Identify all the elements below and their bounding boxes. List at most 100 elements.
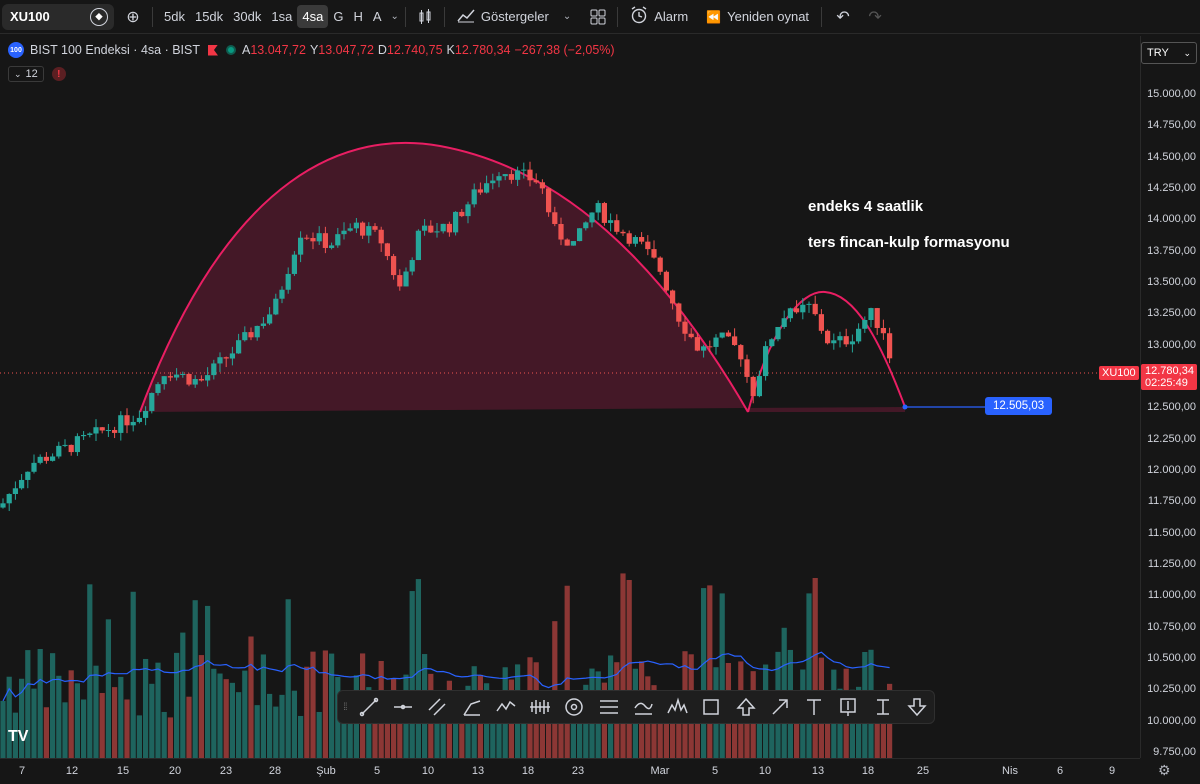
candle-body bbox=[415, 230, 421, 261]
tradingview-logo-icon[interactable]: TV bbox=[8, 728, 28, 746]
candle-body bbox=[112, 430, 118, 433]
head-shoulders-icon[interactable] bbox=[660, 692, 694, 722]
candle-body bbox=[738, 345, 744, 360]
symbol-search[interactable]: XU100 ◆ bbox=[2, 3, 114, 30]
candle-body bbox=[291, 254, 297, 274]
time-tick: 28 bbox=[268, 765, 282, 777]
candle-body bbox=[508, 174, 514, 180]
brush-icon[interactable] bbox=[626, 692, 660, 722]
timeframe-a[interactable]: A bbox=[368, 5, 387, 28]
time-tick: 7 bbox=[18, 765, 26, 777]
volume-bar bbox=[167, 717, 173, 758]
candle-body bbox=[676, 303, 682, 322]
timeframe-4sa[interactable]: 4sa bbox=[297, 5, 329, 28]
candle-body bbox=[229, 353, 235, 359]
horizontal-line-icon[interactable] bbox=[386, 692, 420, 722]
candle-body bbox=[837, 336, 843, 341]
candle-body bbox=[521, 169, 527, 171]
fib-icon[interactable] bbox=[592, 692, 626, 722]
add-symbol-icon[interactable]: ⊕ bbox=[120, 4, 146, 30]
gann-circle-icon[interactable] bbox=[557, 692, 591, 722]
pitchfork-icon[interactable] bbox=[455, 692, 489, 722]
timeframe-15dk[interactable]: 15dk bbox=[190, 5, 228, 28]
candle-body bbox=[564, 239, 570, 246]
timeframe-5dk[interactable]: 5dk bbox=[159, 5, 190, 28]
volume-bar bbox=[229, 682, 235, 758]
price-axis[interactable]: 15.000,00 14.750,00 14.500,00 14.250,00 14.0… bbox=[1140, 36, 1200, 758]
candle-style-icon[interactable] bbox=[412, 4, 438, 30]
legend-title[interactable]: BIST 100 Endeksi · 4sa · BIST bbox=[30, 43, 200, 57]
drag-handle-icon[interactable]: ⁞⁞ bbox=[338, 702, 352, 713]
ruler-icon[interactable] bbox=[523, 692, 557, 722]
timeframe-1sa[interactable]: 1sa bbox=[266, 5, 297, 28]
volume-bar bbox=[149, 683, 155, 758]
candle-body bbox=[329, 245, 335, 248]
volume-bar bbox=[130, 591, 136, 758]
price-tick: 11.250,00 bbox=[1147, 557, 1196, 570]
anchored-text-icon[interactable] bbox=[865, 692, 899, 722]
diamond-icon[interactable]: ◆ bbox=[90, 7, 108, 26]
candle-body bbox=[81, 434, 87, 437]
price-chart[interactable] bbox=[0, 0, 1140, 758]
candle-body bbox=[186, 373, 192, 385]
replay-button[interactable]: ⏪ Yeniden oynat bbox=[700, 9, 815, 24]
candle-body bbox=[874, 308, 880, 328]
candle-body bbox=[701, 346, 707, 351]
arrow-icon[interactable] bbox=[763, 692, 797, 722]
time-tick: 20 bbox=[168, 765, 182, 777]
volume-bar bbox=[806, 593, 812, 758]
error-icon[interactable]: ! bbox=[51, 67, 66, 81]
legend-controls: ⌄ 12 ! bbox=[8, 66, 66, 82]
currency-selector[interactable]: TRY ⌄ bbox=[1141, 42, 1197, 64]
indicators-button[interactable]: Göstergeler bbox=[451, 7, 555, 26]
zigzag-pattern-icon[interactable] bbox=[489, 692, 523, 722]
indicator-count: 12 bbox=[25, 68, 38, 80]
candle-body bbox=[849, 341, 855, 345]
candle-body bbox=[403, 271, 409, 287]
timeframe-g[interactable]: G bbox=[328, 5, 348, 28]
text-icon[interactable] bbox=[797, 692, 831, 722]
candle-body bbox=[496, 176, 502, 181]
candle-body bbox=[19, 479, 25, 489]
arrow-down-icon[interactable] bbox=[900, 692, 934, 722]
rectangle-icon[interactable] bbox=[694, 692, 728, 722]
candle-body bbox=[515, 170, 521, 180]
collapse-indicators-button[interactable]: ⌄ 12 bbox=[8, 66, 44, 82]
volume-bar bbox=[291, 690, 297, 758]
volume-bar bbox=[564, 585, 570, 758]
candle-body bbox=[539, 182, 545, 189]
candle-body bbox=[298, 237, 304, 255]
indicators-chevron-down-icon[interactable]: ⌄ bbox=[563, 11, 571, 22]
volume-bar bbox=[192, 600, 198, 758]
settings-gear-icon[interactable]: ⚙ bbox=[1158, 762, 1171, 779]
annotation-line-2[interactable]: ters fincan-kulp formasyonu bbox=[808, 234, 1010, 251]
undo-icon[interactable]: ↶ bbox=[830, 4, 856, 30]
annotation-line-1[interactable]: endeks 4 saatlik bbox=[808, 198, 923, 215]
candle-body bbox=[273, 298, 279, 315]
redo-icon[interactable]: ↷ bbox=[862, 4, 888, 30]
arrow-up-icon[interactable] bbox=[728, 692, 762, 722]
time-axis[interactable]: 7 12 15 20 23 28 Şub 5 10 13 18 23 Mar 5 10 13 18 25 Nis 6 9 bbox=[0, 758, 1140, 784]
candle-body bbox=[341, 230, 347, 235]
volume-bar bbox=[112, 687, 118, 758]
candle-body bbox=[626, 233, 632, 244]
flag-icon[interactable] bbox=[207, 44, 218, 56]
candle-body bbox=[471, 189, 477, 205]
volume-bar bbox=[242, 670, 248, 758]
candle-body bbox=[862, 319, 868, 329]
parallel-channel-icon[interactable] bbox=[420, 692, 454, 722]
layout-grid-icon[interactable] bbox=[585, 4, 611, 30]
price-tick: 12.500,00 bbox=[1147, 401, 1196, 414]
timeframe-h[interactable]: H bbox=[348, 5, 367, 28]
alert-button[interactable]: Alarm bbox=[624, 6, 694, 27]
trend-line-icon[interactable] bbox=[352, 692, 386, 722]
timeframe-chevron-down-icon[interactable]: ⌄ bbox=[391, 11, 399, 22]
candle-body bbox=[490, 180, 496, 184]
timeframe-30dk[interactable]: 30dk bbox=[228, 5, 266, 28]
candle-body bbox=[806, 303, 812, 305]
handle-arc bbox=[747, 290, 906, 413]
replay-icon: ⏪ bbox=[706, 9, 722, 24]
candle-body bbox=[663, 271, 669, 291]
target-price-badge[interactable]: 12.505,03 bbox=[985, 397, 1053, 415]
price-label-icon[interactable] bbox=[831, 692, 865, 722]
